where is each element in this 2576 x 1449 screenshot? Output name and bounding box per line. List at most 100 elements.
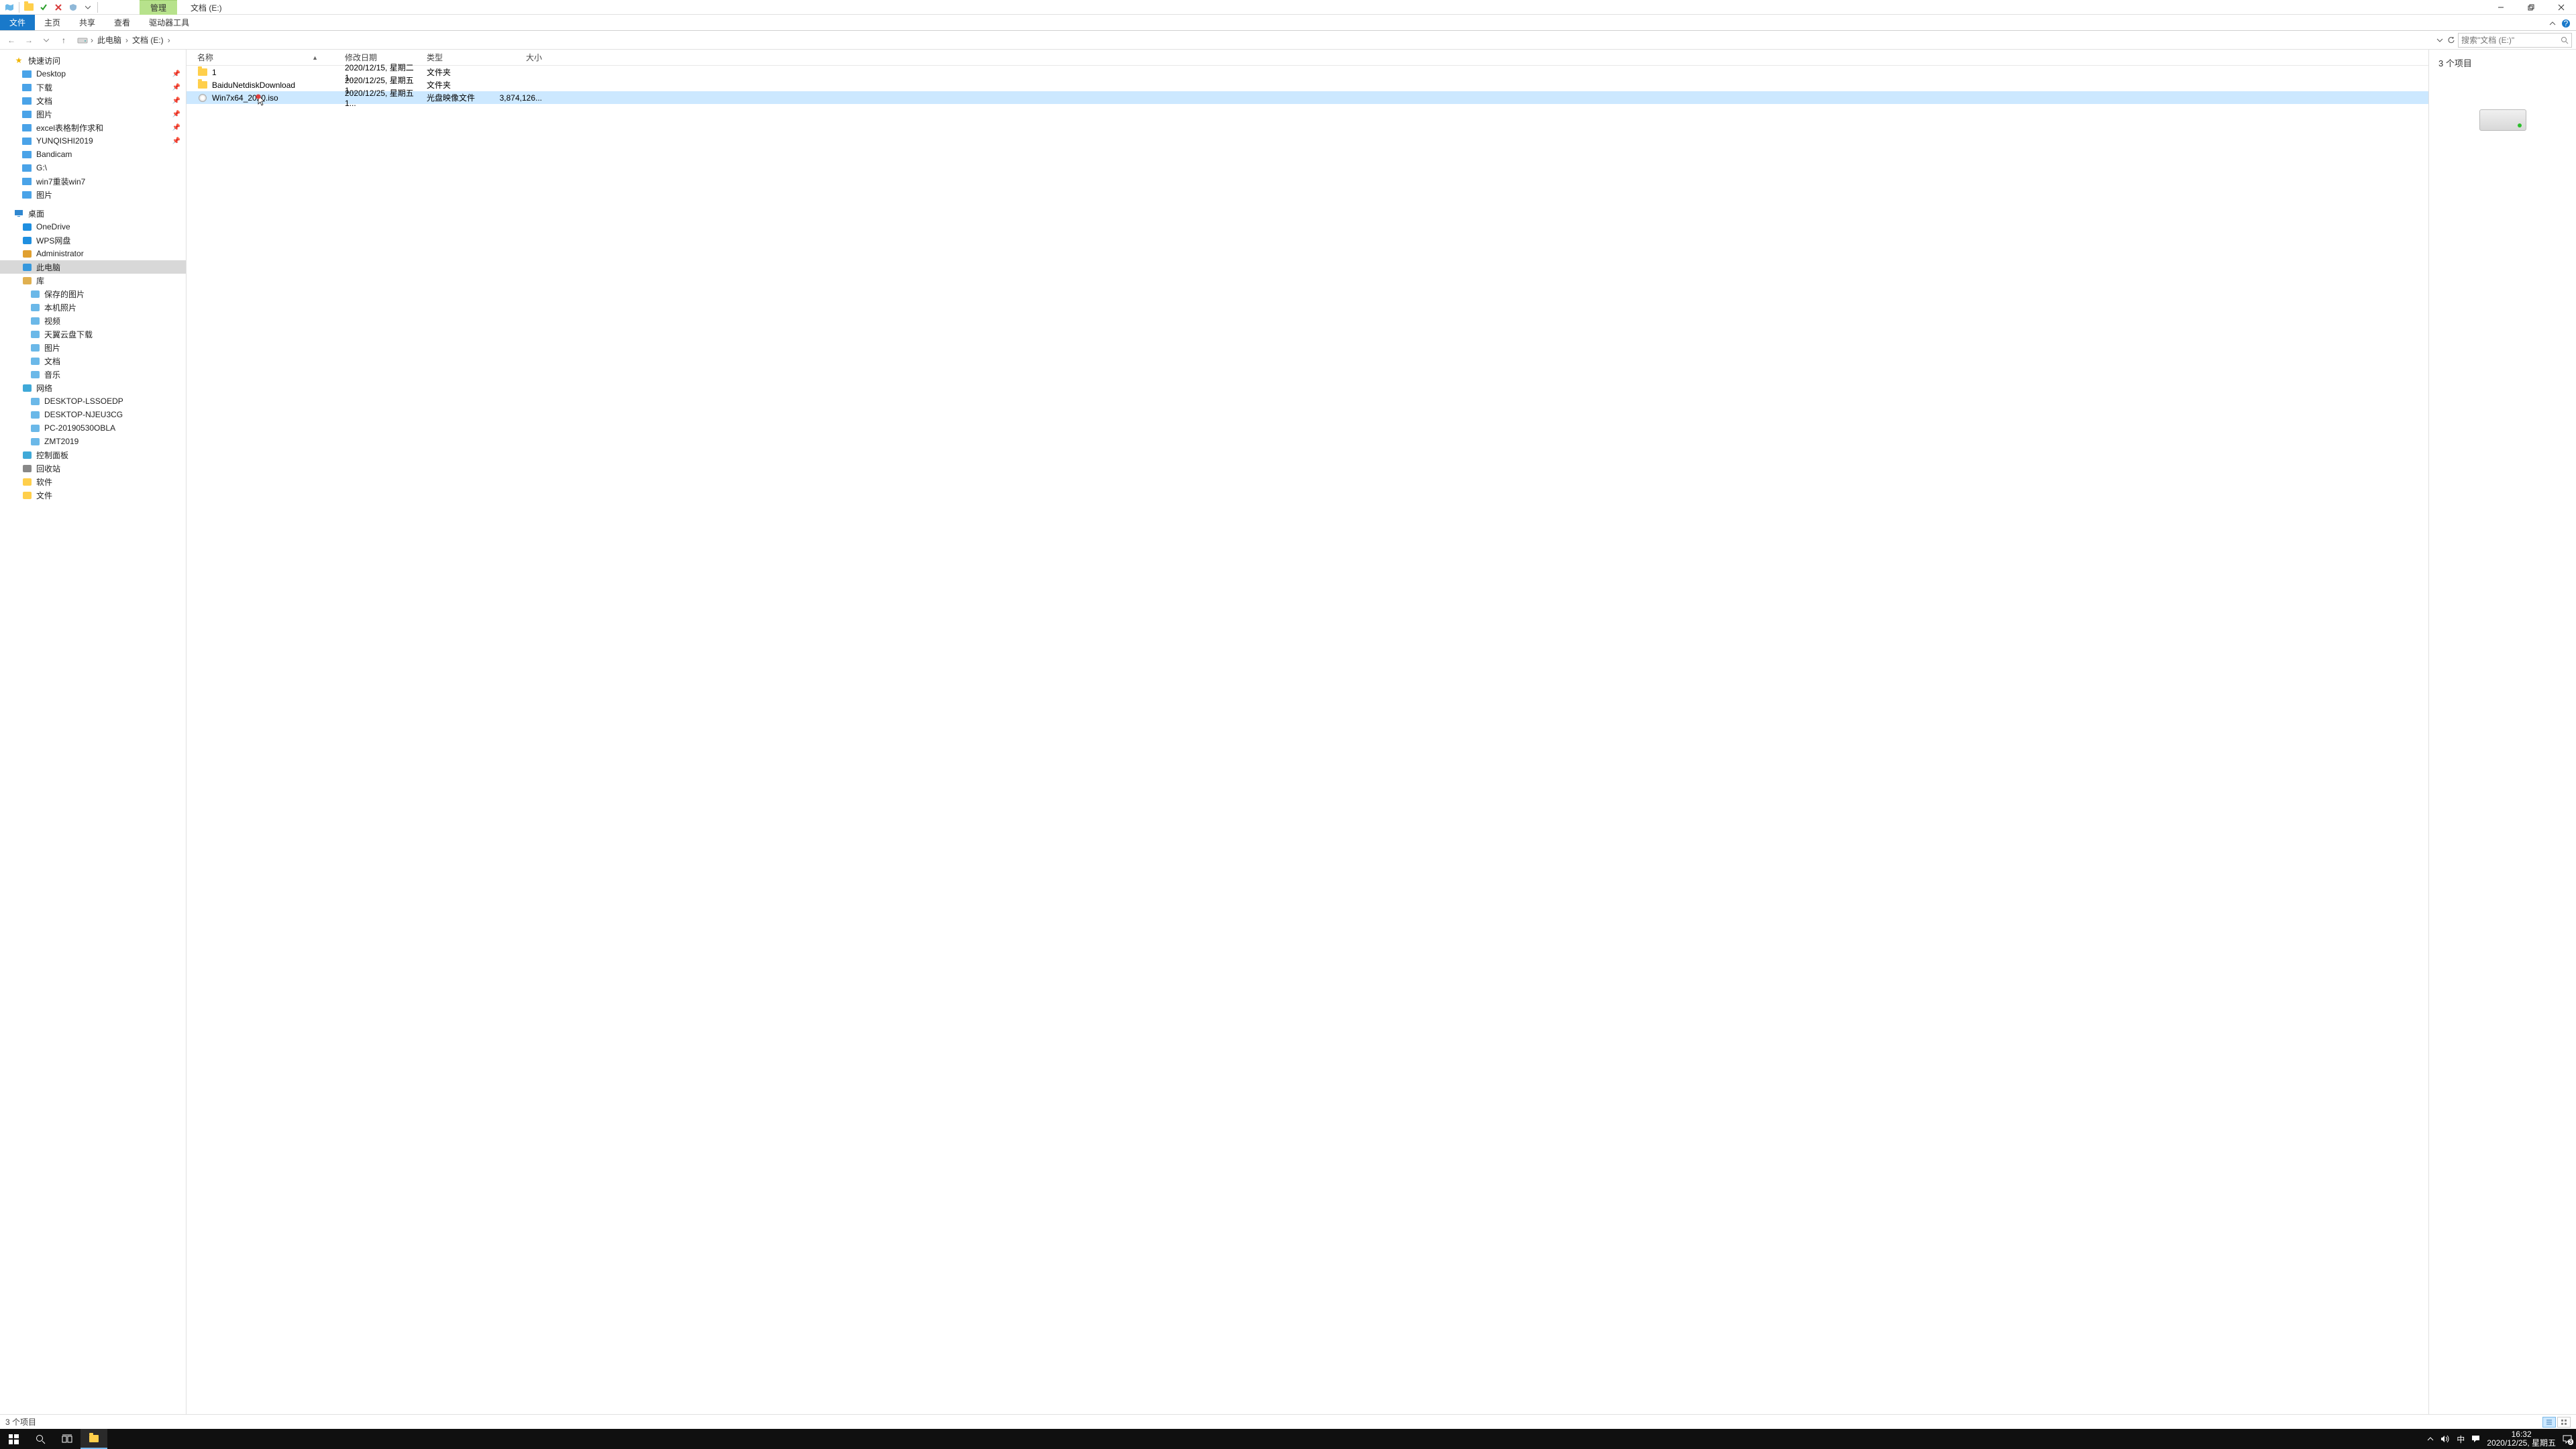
tree-desktop-item[interactable]: PC-20190530OBLA (0, 421, 186, 435)
tree-desktop-item[interactable]: 天翼云盘下载 (0, 327, 186, 341)
tree-label: Bandicam (36, 150, 72, 159)
view-details-button[interactable] (2542, 1417, 2556, 1428)
tree-desktop-item[interactable]: 保存的图片 (0, 287, 186, 301)
chevron-right-icon[interactable]: › (123, 36, 131, 45)
tree-pinned-item[interactable]: 图片📌 (0, 107, 186, 121)
tree-label: 本机照片 (44, 302, 76, 313)
file-row[interactable]: Win7x64_2020.iso 2020/12/25, 星期五 1... 光盘… (186, 91, 2428, 104)
forward-button[interactable]: → (21, 33, 36, 48)
help-icon[interactable]: ? (2561, 19, 2571, 28)
file-row[interactable]: BaiduNetdiskDownload 2020/12/25, 星期五 1..… (186, 78, 2428, 91)
qat-shield-icon[interactable] (66, 1, 80, 13)
tree-pinned-item[interactable]: 下载📌 (0, 80, 186, 94)
tree-desktop-item[interactable]: WPS网盘 (0, 233, 186, 247)
tree-desktop-item[interactable]: DESKTOP-LSSOEDP (0, 394, 186, 408)
crumb-this-pc[interactable]: 此电脑 (96, 34, 123, 46)
search-box[interactable] (2458, 33, 2572, 48)
tree-pinned-item[interactable]: Desktop📌 (0, 67, 186, 80)
tree-desktop-item[interactable]: 音乐 (0, 368, 186, 381)
node-icon (21, 490, 32, 500)
tree-desktop-item[interactable]: 软件 (0, 475, 186, 488)
ribbon-tab-file[interactable]: 文件 (0, 15, 35, 30)
qat-close-icon[interactable] (52, 1, 65, 13)
tree-pinned-item[interactable]: 文档📌 (0, 94, 186, 107)
tree-desktop-item[interactable]: 控制面板 (0, 448, 186, 462)
tree-label: 天翼云盘下载 (44, 329, 93, 340)
file-row[interactable]: 1 2020/12/15, 星期二 1... 文件夹 (186, 66, 2428, 78)
close-button[interactable] (2546, 0, 2576, 15)
address-dropdown-icon[interactable] (2436, 38, 2443, 43)
tree-desktop-item[interactable]: 文件 (0, 488, 186, 502)
back-button[interactable]: ← (4, 33, 19, 48)
start-button[interactable] (0, 1429, 27, 1449)
tree-label: 文档 (44, 356, 60, 367)
tree-label: 下载 (36, 82, 52, 93)
file-name: BaiduNetdiskDownload (212, 80, 295, 90)
node-icon (30, 342, 40, 353)
qat-app-icon[interactable] (3, 1, 16, 13)
minimize-button[interactable] (2485, 0, 2516, 15)
folder-icon (198, 68, 207, 76)
tree-pinned-item[interactable]: 图片 (0, 188, 186, 201)
tree-pinned-item[interactable]: G:\ (0, 161, 186, 174)
tree-pinned-item[interactable]: win7重装win7 (0, 174, 186, 188)
tree-label: OneDrive (36, 222, 70, 231)
column-type[interactable]: 类型 (427, 52, 495, 63)
search-input[interactable] (2461, 36, 2558, 45)
contextual-tab-manage[interactable]: 管理 (140, 0, 177, 15)
tree-label: Administrator (36, 249, 84, 258)
tree-desktop-item[interactable]: 网络 (0, 381, 186, 394)
tree-desktop-item[interactable]: DESKTOP-NJEU3CG (0, 408, 186, 421)
view-icons-button[interactable] (2557, 1417, 2571, 1428)
tray-chevron-up-icon[interactable] (2427, 1436, 2434, 1442)
drive-image-icon (2479, 109, 2526, 131)
tree-desktop-item[interactable]: Administrator (0, 247, 186, 260)
tree-desktop-item[interactable]: 此电脑 (0, 260, 186, 274)
clock[interactable]: 16:32 2020/12/25, 星期五 (2487, 1430, 2556, 1448)
search-icon[interactable] (2561, 36, 2569, 44)
navigation-tree[interactable]: ★ 快速访问 Desktop📌下载📌文档📌图片📌excel表格制作求和📌YUNQ… (0, 50, 186, 1414)
ime-indicator[interactable]: 中 (2457, 1434, 2465, 1445)
ribbon-tab-share[interactable]: 共享 (70, 15, 105, 30)
chevron-right-icon[interactable]: › (165, 36, 173, 45)
tree-desktop-item[interactable]: 视频 (0, 314, 186, 327)
tree-label: DESKTOP-LSSOEDP (44, 396, 123, 406)
qat-dropdown-icon[interactable] (81, 1, 95, 13)
tree-pinned-item[interactable]: YUNQISHI2019📌 (0, 134, 186, 148)
tree-quick-access[interactable]: ★ 快速访问 (0, 54, 186, 67)
action-center-icon[interactable]: 3 (2563, 1435, 2572, 1444)
crumb-drive[interactable]: 文档 (E:) (131, 34, 165, 46)
star-icon: ★ (13, 55, 24, 66)
tree-pinned-item[interactable]: excel表格制作求和📌 (0, 121, 186, 134)
ribbon-expand-icon[interactable] (2549, 21, 2556, 26)
node-icon (21, 262, 32, 272)
tree-desktop-item[interactable]: 回收站 (0, 462, 186, 475)
qat-folder-icon[interactable] (22, 1, 36, 13)
volume-icon[interactable] (2440, 1435, 2450, 1443)
history-dropdown-icon[interactable] (39, 33, 54, 48)
tree-pinned-item[interactable]: Bandicam (0, 148, 186, 161)
chevron-right-icon[interactable]: › (88, 36, 96, 45)
ribbon-tab-drivetools[interactable]: 驱动器工具 (140, 15, 199, 30)
tray-notification-icon[interactable] (2471, 1435, 2480, 1443)
qat-check-icon[interactable] (37, 1, 50, 13)
up-button[interactable]: ↑ (56, 33, 71, 48)
column-name[interactable]: 名称▲ (197, 52, 345, 63)
tree-desktop-item[interactable]: 图片 (0, 341, 186, 354)
ribbon-tab-home[interactable]: 主页 (35, 15, 70, 30)
tree-desktop[interactable]: 桌面 (0, 207, 186, 220)
tree-desktop-item[interactable]: 本机照片 (0, 301, 186, 314)
node-icon (21, 476, 32, 487)
breadcrumb[interactable]: › 此电脑 › 文档 (E:) › (74, 33, 2434, 48)
tree-desktop-item[interactable]: 库 (0, 274, 186, 287)
tree-desktop-item[interactable]: ZMT2019 (0, 435, 186, 448)
maximize-button[interactable] (2516, 0, 2546, 15)
task-view-icon[interactable] (54, 1429, 80, 1449)
taskbar-explorer-icon[interactable] (80, 1429, 107, 1449)
ribbon-tab-view[interactable]: 查看 (105, 15, 140, 30)
tree-desktop-item[interactable]: 文档 (0, 354, 186, 368)
taskbar-search-icon[interactable] (27, 1429, 54, 1449)
refresh-icon[interactable] (2447, 36, 2455, 44)
tree-desktop-item[interactable]: OneDrive (0, 220, 186, 233)
column-size[interactable]: 大小 (495, 52, 542, 63)
